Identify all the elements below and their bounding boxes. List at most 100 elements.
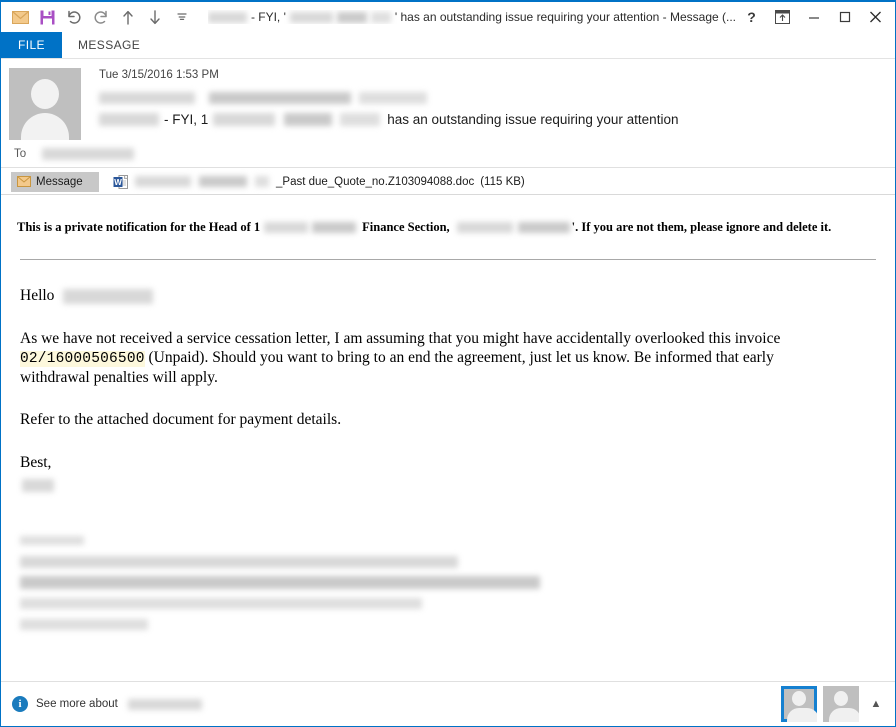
- redacted-attachment-prefix-2: [199, 176, 247, 187]
- title-bar: - FYI, ' ' has an outstanding issue requ…: [1, 2, 895, 32]
- redacted-notice-org-1: [264, 222, 309, 233]
- maximize-button[interactable]: [829, 4, 860, 30]
- signature-line-3: [20, 574, 879, 592]
- redacted-see-more-name: [127, 698, 202, 710]
- redacted-title-sender: [208, 11, 247, 23]
- redacted-sender-extra: [359, 92, 427, 104]
- greeting-line: Hello: [17, 287, 879, 306]
- window-title-mid-1: - FYI, ': [250, 10, 286, 24]
- body-divider: [20, 259, 876, 260]
- people-pane: ▲: [781, 686, 887, 722]
- redacted-signature-row-2a: [20, 555, 458, 568]
- signoff-text: Best,: [20, 454, 52, 472]
- window-title-mid-2: ' has an outstanding issue requiring you…: [394, 10, 736, 24]
- message-date: Tue 3/15/2016 1:53 PM: [99, 69, 219, 81]
- window-controls: ?: [736, 4, 891, 30]
- redacted-notice-org-2: [312, 222, 357, 233]
- notice-text-2: Finance Section,: [362, 220, 450, 234]
- redacted-signature-row-5a: [20, 619, 148, 631]
- redo-icon[interactable]: [89, 6, 113, 28]
- window-title: - FYI, ' ' has an outstanding issue requ…: [208, 10, 736, 24]
- person-body-shape: [829, 708, 859, 722]
- maximize-icon: [839, 11, 850, 23]
- outlook-message-window: - FYI, ' ' has an outstanding issue requ…: [0, 0, 896, 727]
- redacted-recipient[interactable]: [42, 148, 135, 160]
- envelope-icon: [17, 176, 31, 187]
- private-notice-line: This is a private notification for the H…: [17, 195, 879, 235]
- redacted-notice-name-1: [456, 222, 513, 233]
- redacted-subject-org-1: [213, 113, 276, 126]
- greeting-text: Hello: [20, 287, 55, 304]
- subject-text-2: has an outstanding issue requiring your …: [387, 112, 679, 127]
- person-thumbnail-2[interactable]: [823, 686, 859, 722]
- mail-icon[interactable]: [8, 6, 32, 28]
- attachment-bar: Message W _Past due_Quote_no.Z103094088.…: [1, 169, 895, 195]
- minimize-icon: [808, 17, 819, 19]
- redacted-signature-row-1a: [20, 536, 84, 546]
- redacted-attachment-prefix-3: [255, 176, 269, 187]
- recipient-row: To: [1, 140, 895, 168]
- redacted-sender-name: [99, 92, 195, 104]
- attachment-size: (115 KB): [480, 175, 525, 188]
- close-button[interactable]: [860, 4, 891, 30]
- invoice-number: 02/16000506500: [20, 350, 145, 367]
- tab-message[interactable]: MESSAGE: [62, 32, 156, 58]
- redacted-signature-name-wrap: [22, 476, 879, 495]
- paragraph-invoice-text-a: As we have not received a service cessat…: [20, 329, 781, 347]
- person-body-shape: [787, 708, 817, 722]
- see-more-about[interactable]: i See more about: [12, 696, 202, 712]
- sender-line: [99, 87, 885, 109]
- message-header: Tue 3/15/2016 1:53 PM - FYI, 1 has an ou…: [1, 59, 895, 140]
- redacted-notice-name-2: [517, 222, 570, 233]
- customize-qat-icon[interactable]: [170, 6, 194, 28]
- subject-text-1: - FYI, 1: [164, 112, 209, 127]
- redacted-subject-org-2: [284, 113, 333, 126]
- signoff-line: Best,: [17, 454, 879, 495]
- redacted-title-org-3: [370, 11, 391, 23]
- next-item-icon[interactable]: [143, 6, 167, 28]
- message-subject: - FYI, 1 has an outstanding issue requir…: [99, 112, 885, 127]
- ribbon-display-options-button[interactable]: [767, 4, 798, 30]
- avatar[interactable]: [9, 68, 81, 140]
- redacted-sender-address: [209, 92, 351, 104]
- ribbon-options-icon: [775, 10, 790, 24]
- notice-text-3: '. If you are not them, please ignore an…: [571, 220, 832, 234]
- info-icon: i: [12, 696, 28, 712]
- see-more-label: See more about: [36, 698, 118, 710]
- signature-line-2: [20, 553, 879, 571]
- message-tab-label: Message: [36, 175, 83, 188]
- help-button[interactable]: ?: [736, 4, 767, 30]
- redacted-attachment-prefix-1: [135, 176, 191, 187]
- person-head-shape: [834, 691, 848, 706]
- minimize-button[interactable]: [798, 4, 829, 30]
- avatar-head-shape: [31, 79, 59, 109]
- close-icon: [870, 11, 881, 23]
- tab-file[interactable]: FILE: [1, 32, 62, 58]
- notice-text-1: This is a private notification for the H…: [17, 220, 261, 234]
- redacted-title-org-2: [336, 11, 367, 23]
- redacted-subject-prefix: [99, 113, 159, 126]
- save-icon[interactable]: [35, 6, 59, 28]
- message-tab-button[interactable]: Message: [11, 171, 99, 192]
- help-icon: ?: [747, 9, 756, 25]
- redacted-signature-row-4a: [20, 598, 422, 610]
- redacted-signature-name: [22, 479, 54, 493]
- signature-line-1: [20, 532, 879, 550]
- word-document-icon: W: [113, 174, 128, 189]
- collapse-people-pane-icon[interactable]: ▲: [865, 686, 887, 722]
- redacted-greeting-name: [63, 288, 154, 304]
- to-label: To: [14, 148, 27, 160]
- attachment-item[interactable]: W _Past due_Quote_no.Z103094088.doc (115…: [113, 174, 525, 190]
- signature-image-block: [17, 532, 879, 634]
- redacted-signature-row-3a: [20, 576, 540, 590]
- quick-access-toolbar: [8, 6, 194, 28]
- svg-text:W: W: [114, 177, 122, 186]
- previous-item-icon[interactable]: [116, 6, 140, 28]
- undo-icon[interactable]: [62, 6, 86, 28]
- paragraph-invoice: As we have not received a service cessat…: [17, 330, 817, 388]
- redacted-subject-org-3: [340, 113, 381, 126]
- header-lines: Tue 3/15/2016 1:53 PM - FYI, 1 has an ou…: [81, 68, 885, 140]
- person-thumbnail-1[interactable]: [781, 686, 817, 722]
- paragraph-refer: Refer to the attached document for payme…: [20, 411, 342, 429]
- signature-line-4: [20, 595, 879, 613]
